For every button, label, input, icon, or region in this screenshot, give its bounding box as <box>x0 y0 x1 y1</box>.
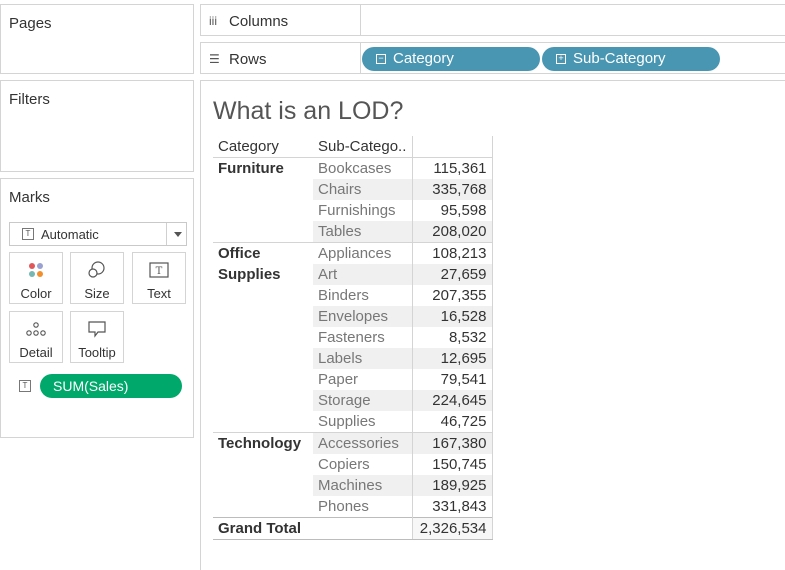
collapse-icon[interactable]: − <box>376 54 386 64</box>
subcategory-cell[interactable]: Phones <box>313 496 412 518</box>
subcategory-cell[interactable]: Appliances <box>313 242 412 264</box>
category-cell-line1[interactable]: Office <box>213 242 313 264</box>
subcategory-cell[interactable]: Paper <box>313 369 412 390</box>
subcategory-pill-label: Sub-Category <box>573 50 666 67</box>
table-row: Technology Accessories 167,380 <box>213 432 493 518</box>
category-pill-label: Category <box>393 50 454 67</box>
text-encoding-icon: T <box>19 380 31 392</box>
value-cell[interactable]: 8,532 <box>411 327 493 348</box>
crosstab-table: Category Sub-Catego.. Furniture Bookcase… <box>213 136 493 540</box>
filters-card[interactable]: Filters <box>0 80 194 172</box>
value-cell[interactable]: 207,355 <box>411 285 493 306</box>
value-cell[interactable]: 16,528 <box>411 306 493 327</box>
value-cell[interactable]: 208,020 <box>411 221 493 243</box>
columns-icon: iii <box>209 14 217 28</box>
rows-shelf[interactable]: ☰ Rows − Category + Sub-Category <box>200 42 785 74</box>
value-cell[interactable]: 27,659 <box>411 264 493 285</box>
subcategory-cell[interactable]: Art <box>313 264 412 285</box>
rows-label: Rows <box>229 51 267 68</box>
marks-title: Marks <box>9 189 50 206</box>
value-cell[interactable]: 224,645 <box>411 390 493 411</box>
subcategory-cell[interactable]: Binders <box>313 285 412 306</box>
subcategory-cell[interactable]: Supplies <box>313 411 412 433</box>
text-mark-icon: T <box>22 228 34 240</box>
expand-icon[interactable]: + <box>556 54 566 64</box>
color-label: Color <box>20 286 52 301</box>
size-label: Size <box>84 286 110 301</box>
subcategory-cell[interactable]: Copiers <box>313 454 412 475</box>
pages-title: Pages <box>9 15 52 32</box>
table-row: Supplies Art 27,659 <box>213 264 493 285</box>
value-cell[interactable]: 167,380 <box>411 432 493 454</box>
rows-icon: ☰ <box>209 52 220 66</box>
value-cell[interactable]: 189,925 <box>411 475 493 496</box>
grand-total-value[interactable]: 2,326,534 <box>411 517 493 540</box>
columns-shelf-label-area: iii Columns <box>201 5 361 35</box>
view-canvas: What is an LOD? Category Sub-Catego.. Fu… <box>200 80 785 570</box>
table-row: Furniture Bookcases 115,361 <box>213 157 493 243</box>
grand-total-label[interactable]: Grand Total <box>213 517 412 540</box>
subcategory-cell[interactable]: Fasteners <box>313 327 412 348</box>
value-cell[interactable]: 79,541 <box>411 369 493 390</box>
subcategory-cell[interactable]: Machines <box>313 475 412 496</box>
tooltip-label: Tooltip <box>78 345 116 360</box>
subcategory-cell[interactable]: Envelopes <box>313 306 412 327</box>
category-cell[interactable]: Technology <box>213 432 313 518</box>
subcategory-pill[interactable]: + Sub-Category <box>542 47 720 71</box>
dropdown-divider <box>166 223 167 245</box>
detail-icon <box>10 319 62 339</box>
category-pill[interactable]: − Category <box>362 47 540 71</box>
size-button[interactable]: Size <box>70 252 124 304</box>
detail-button[interactable]: Detail <box>9 311 63 363</box>
text-label: Text <box>147 286 171 301</box>
columns-label: Columns <box>229 13 289 30</box>
category-cell[interactable]: Furniture <box>213 157 313 243</box>
header-category[interactable]: Category <box>213 136 313 158</box>
value-cell[interactable]: 335,768 <box>411 179 493 200</box>
table-row: Office Appliances 108,213 <box>213 242 493 264</box>
value-cell[interactable]: 108,213 <box>411 242 493 264</box>
size-icon <box>71 260 123 280</box>
detail-label: Detail <box>19 345 53 360</box>
value-cell[interactable]: 95,598 <box>411 200 493 221</box>
filters-title: Filters <box>9 91 50 108</box>
subcategory-cell[interactable]: Storage <box>313 390 412 411</box>
header-subcategory[interactable]: Sub-Catego.. <box>313 136 412 158</box>
category-cell-line2[interactable]: Supplies <box>213 264 313 433</box>
text-button[interactable]: T Text <box>132 252 186 304</box>
subcategory-cell[interactable]: Tables <box>313 221 412 243</box>
value-cell[interactable]: 331,843 <box>411 496 493 518</box>
sum-sales-pill[interactable]: SUM(Sales) <box>40 374 182 398</box>
chevron-down-icon <box>174 232 182 237</box>
value-cell[interactable]: 46,725 <box>411 411 493 433</box>
header-value <box>411 136 493 158</box>
sheet-title: What is an LOD? <box>213 97 404 125</box>
color-button[interactable]: Color <box>9 252 63 304</box>
value-cell[interactable]: 12,695 <box>411 348 493 369</box>
value-cell[interactable]: 150,745 <box>411 454 493 475</box>
columns-shelf[interactable]: iii Columns <box>200 4 785 36</box>
subcategory-cell[interactable]: Chairs <box>313 179 412 200</box>
pages-card[interactable]: Pages <box>0 4 194 74</box>
rows-shelf-label-area: ☰ Rows <box>201 43 361 73</box>
value-cell[interactable]: 115,361 <box>411 157 493 179</box>
text-icon: T <box>133 260 185 280</box>
mark-type-dropdown[interactable]: T Automatic <box>9 222 187 246</box>
subcategory-cell[interactable]: Labels <box>313 348 412 369</box>
color-icon <box>10 260 62 280</box>
grand-total-row: Grand Total 2,326,534 <box>213 517 493 540</box>
mark-type-label: Automatic <box>41 227 99 242</box>
svg-text:T: T <box>156 266 163 277</box>
marks-card: Marks T Automatic Color Size T Text Deta… <box>0 178 194 438</box>
tooltip-button[interactable]: Tooltip <box>70 311 124 363</box>
subcategory-cell[interactable]: Accessories <box>313 432 412 454</box>
subcategory-cell[interactable]: Bookcases <box>313 157 412 179</box>
subcategory-cell[interactable]: Furnishings <box>313 200 412 221</box>
header-row: Category Sub-Catego.. <box>213 136 493 158</box>
tooltip-icon <box>71 319 123 339</box>
